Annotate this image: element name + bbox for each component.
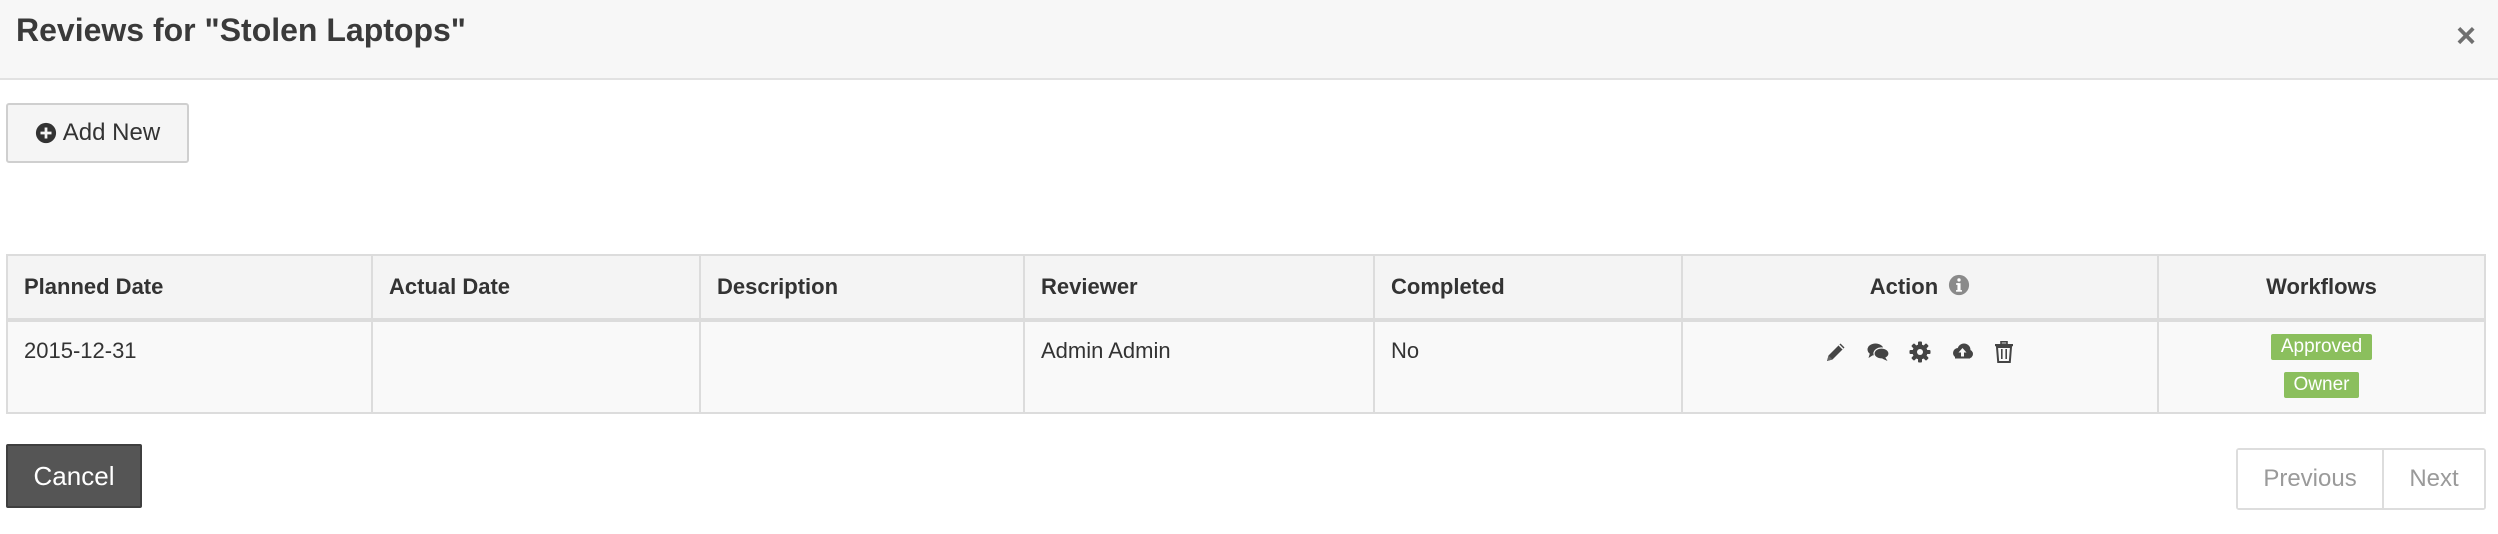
column-header-reviewer[interactable]: Reviewer (1024, 256, 1375, 322)
cell-reviewer: Admin Admin (1024, 320, 1375, 412)
previous-page-button[interactable]: Previous (2238, 450, 2384, 508)
cloud-upload-icon[interactable] (1948, 338, 1976, 366)
gear-icon[interactable] (1906, 338, 1934, 366)
trash-icon[interactable] (1990, 338, 2018, 366)
modal-header: Reviews for "Stolen Laptops" × (0, 0, 2498, 80)
column-header-description[interactable]: Description (700, 256, 1025, 322)
column-header-actual-date[interactable]: Actual Date (372, 256, 701, 322)
workflow-badge-owner: Owner (2283, 372, 2360, 398)
action-header-label: Action (1869, 274, 1939, 299)
table-row: 2015-12-31 Admin Admin No Approved Owner (8, 320, 2484, 412)
pagination: Previous Next (2236, 448, 2486, 510)
reviews-table: Planned Date Actual Date Description Rev… (6, 254, 2486, 414)
cell-actual-date (372, 320, 701, 412)
modal-title: Reviews for "Stolen Laptops" (16, 12, 466, 48)
cell-planned-date: 2015-12-31 (8, 320, 373, 412)
add-new-button[interactable]: Add New (6, 103, 189, 163)
cell-description (700, 320, 1025, 412)
info-icon[interactable] (1948, 274, 1970, 296)
column-header-action: Action (1682, 256, 2159, 322)
close-button[interactable]: × (2448, 16, 2484, 56)
next-page-button[interactable]: Next (2384, 450, 2484, 508)
column-header-planned-date[interactable]: Planned Date (8, 256, 373, 322)
workflow-badge-approved: Approved (2270, 334, 2373, 360)
table-header-row: Planned Date Actual Date Description Rev… (8, 256, 2484, 322)
comments-icon[interactable] (1864, 338, 1892, 366)
cell-actions (1682, 320, 2159, 412)
cell-completed: No (1374, 320, 1683, 412)
reviews-modal: Reviews for "Stolen Laptops" × Add New P… (0, 0, 2498, 534)
column-header-workflows: Workflows (2158, 256, 2484, 322)
column-header-completed[interactable]: Completed (1374, 256, 1683, 322)
cell-workflows: Approved Owner (2158, 320, 2484, 412)
pencil-icon[interactable] (1822, 338, 1850, 366)
cancel-button[interactable]: Cancel (6, 444, 142, 508)
add-new-label: Add New (62, 119, 161, 146)
plus-circle-icon (35, 122, 57, 144)
